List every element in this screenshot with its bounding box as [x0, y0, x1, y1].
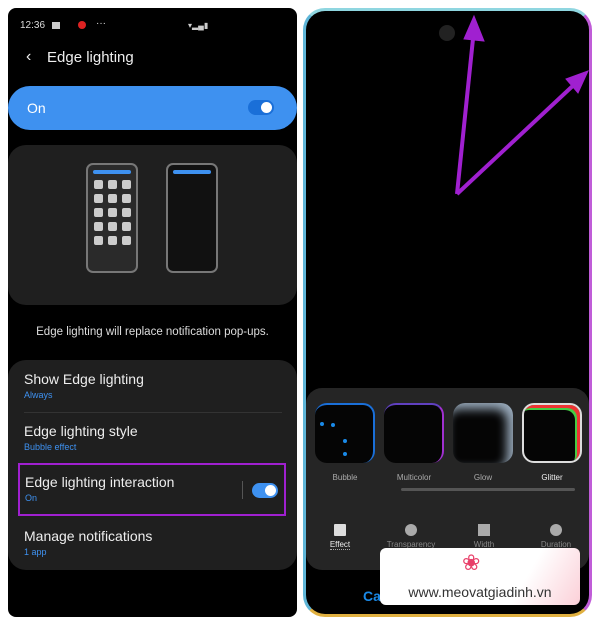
arrow-to-edge	[455, 79, 580, 196]
preview-card	[8, 145, 297, 305]
edge-lighting-style-screen: Bubble Multicolor Glow Glitter Effect Tr…	[303, 8, 592, 617]
divider	[242, 481, 243, 499]
clock-icon	[550, 524, 562, 536]
master-toggle[interactable]	[248, 100, 274, 115]
item-title: Manage notifications	[24, 528, 153, 544]
item-value: 1 app	[24, 547, 47, 557]
back-icon[interactable]: ‹	[26, 48, 31, 66]
description-text: Edge lighting will replace notification …	[36, 326, 269, 338]
page-title: Edge lighting	[47, 49, 134, 66]
divider	[24, 412, 282, 413]
master-switch-label: On	[27, 100, 46, 116]
arrow-head-top	[463, 14, 485, 42]
effect-label: Bubble	[332, 473, 358, 482]
item-value: On	[25, 493, 38, 503]
width-icon	[478, 524, 490, 536]
item-value: Bubble effect	[24, 442, 77, 452]
effect-tile-bubble[interactable]	[315, 403, 375, 463]
list-item-show-edge-lighting[interactable]: Show Edge lighting Always	[24, 371, 144, 400]
list-item-manage-notifications[interactable]: Manage notifications 1 app	[24, 528, 152, 557]
effect-tile-glow[interactable]	[453, 403, 513, 463]
lotus-logo-icon: ❀	[462, 550, 481, 575]
effect-label: Glitter	[541, 473, 563, 482]
effect-label: Glow	[473, 473, 493, 482]
edge-lighting-settings-screen: 12:36 ··· ▾▂▄▮ ‹ Edge lighting On Edge l…	[8, 8, 297, 617]
effect-tile-multicolor[interactable]	[384, 403, 444, 463]
list-item-edge-lighting-interaction[interactable]: Edge lighting interaction On	[18, 463, 286, 516]
style-panel: Bubble Multicolor Glow Glitter Effect Tr…	[306, 388, 589, 570]
effect-icon	[334, 524, 346, 536]
tab-effect[interactable]: Effect	[310, 524, 370, 550]
effect-label: Multicolor	[396, 473, 432, 482]
master-switch-bar[interactable]: On	[8, 86, 297, 130]
annotation-arrows	[455, 14, 589, 196]
item-value: Always	[24, 390, 53, 400]
arrow-to-top	[455, 28, 476, 195]
transparency-icon	[405, 524, 417, 536]
cancel-button[interactable]: Ca	[363, 588, 381, 604]
item-title: Show Edge lighting	[24, 371, 144, 387]
item-title: Edge lighting interaction	[25, 474, 175, 490]
watermark: ❀ www.meovatgiadinh.vn	[380, 548, 580, 605]
effects-scrollbar[interactable]	[401, 488, 575, 491]
tab-transparency[interactable]: Transparency	[381, 524, 441, 549]
phone-preview-apps	[86, 163, 138, 273]
gallery-icon	[52, 22, 60, 29]
interaction-toggle[interactable]	[252, 483, 278, 498]
item-title: Edge lighting style	[24, 423, 138, 439]
more-notifications-icon: ···	[96, 18, 106, 29]
tab-width[interactable]: Width	[454, 524, 514, 549]
signal-battery-icons: ▾▂▄▮	[188, 21, 209, 30]
status-time: 12:36	[20, 20, 46, 31]
notification-icon	[78, 21, 86, 29]
effect-tile-glitter[interactable]	[522, 403, 582, 463]
watermark-url: www.meovatgiadinh.vn	[408, 584, 552, 600]
list-item-edge-lighting-style[interactable]: Edge lighting style Bubble effect	[24, 423, 138, 452]
tab-duration[interactable]: Duration	[526, 524, 586, 549]
phone-preview-edge	[166, 163, 218, 273]
